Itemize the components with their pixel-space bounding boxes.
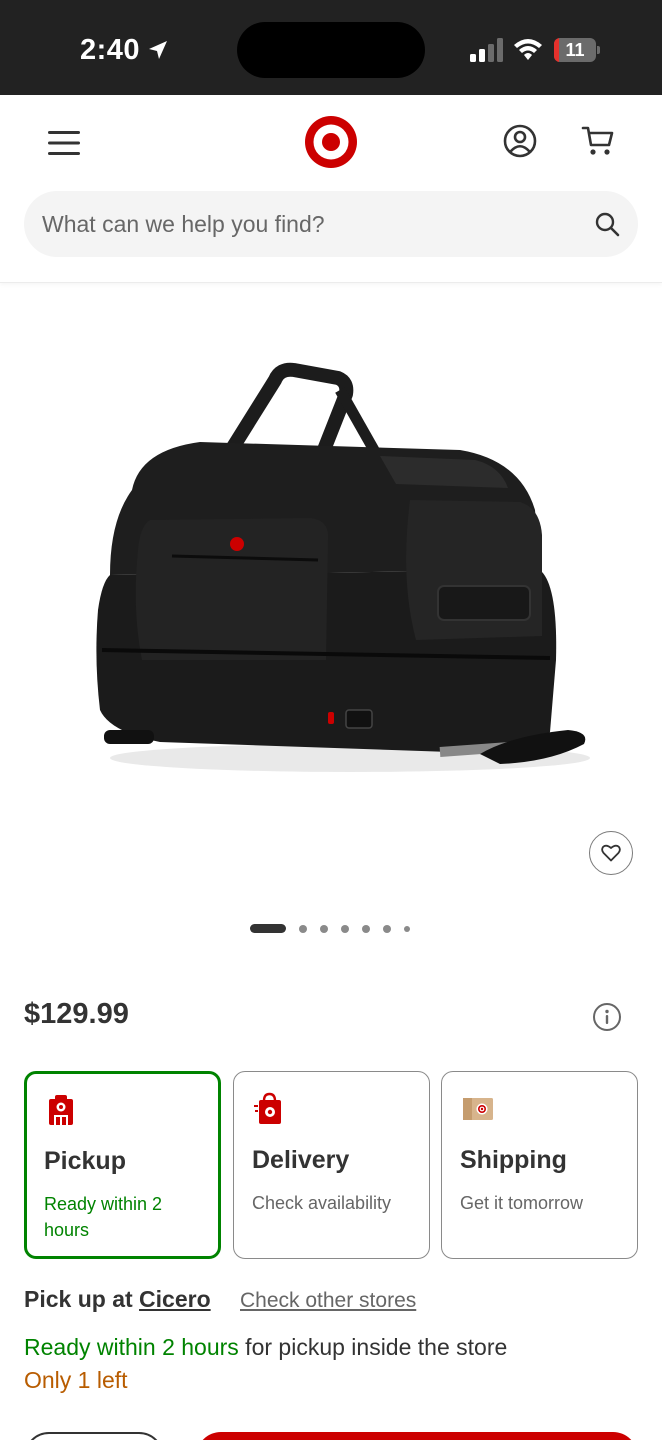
search-icon[interactable] xyxy=(594,211,620,237)
favorite-button[interactable] xyxy=(589,831,633,875)
battery-nub xyxy=(597,46,600,54)
product-page: 2:40 11 What can we help you find? $129.… xyxy=(0,0,662,1440)
menu-icon[interactable] xyxy=(44,125,84,161)
site-header xyxy=(0,95,662,283)
search-input[interactable] xyxy=(42,191,582,257)
wifi-icon xyxy=(514,39,542,60)
fulfillment-subtitle: Ready within 2 hours xyxy=(44,1194,163,1240)
dynamic-island xyxy=(237,22,425,78)
gallery-pagination[interactable] xyxy=(250,924,420,934)
gallery-dot[interactable] xyxy=(299,925,307,933)
fulfillment-title: Pickup xyxy=(44,1147,126,1175)
account-icon[interactable] xyxy=(502,123,538,159)
product-price: $129.99 xyxy=(24,998,129,1030)
pickup-store-link[interactable]: Cicero xyxy=(139,1286,211,1312)
shipping-box-icon xyxy=(463,1098,493,1120)
battery-icon: 11 xyxy=(554,38,600,62)
heart-icon xyxy=(601,844,621,862)
cellular-signal-icon xyxy=(470,38,503,62)
check-other-stores-link[interactable]: Check other stores xyxy=(240,1289,416,1313)
fulfillment-card-pickup[interactable]: Pickup Ready within 2 hours xyxy=(24,1071,221,1259)
pickup-ready-rest: for pickup inside the store xyxy=(238,1334,508,1360)
product-image-gallery[interactable] xyxy=(0,284,662,924)
search-bar[interactable] xyxy=(24,191,638,257)
location-arrow-icon xyxy=(149,41,167,59)
store-pickup-icon xyxy=(49,1095,73,1125)
cart-icon[interactable] xyxy=(580,123,616,159)
stock-status: Only 1 left xyxy=(24,1367,128,1393)
gallery-dot[interactable] xyxy=(341,925,349,933)
status-bar: 2:40 11 xyxy=(0,0,662,95)
fulfillment-card-delivery[interactable]: Delivery Check availability xyxy=(233,1071,430,1259)
pickup-ready-line: Ready within 2 hours for pickup inside t… xyxy=(24,1334,507,1361)
gallery-dot[interactable] xyxy=(250,924,286,933)
gallery-dot[interactable] xyxy=(383,925,391,933)
status-time: 2:40 xyxy=(80,34,141,66)
pickup-ready-highlight: Ready within 2 hours xyxy=(24,1334,239,1360)
fulfillment-card-shipping[interactable]: Shipping Get it tomorrow xyxy=(441,1071,638,1259)
product-image xyxy=(96,362,590,772)
target-logo[interactable] xyxy=(304,115,358,169)
pickup-prefix: Pick up at xyxy=(24,1286,140,1312)
quantity-button[interactable] xyxy=(24,1432,164,1440)
add-to-cart-button[interactable] xyxy=(196,1432,638,1440)
info-icon[interactable] xyxy=(592,1002,622,1032)
fulfillment-subtitle: Check availability xyxy=(252,1193,392,1213)
fulfillment-subtitle: Get it tomorrow xyxy=(460,1193,584,1213)
pickup-store-line: Pick up at Cicero xyxy=(24,1286,211,1313)
gallery-dot[interactable] xyxy=(404,926,410,932)
battery-percent: 11 xyxy=(565,40,585,60)
fulfillment-title: Shipping xyxy=(460,1146,567,1174)
fulfillment-title: Delivery xyxy=(252,1146,350,1174)
gallery-dot[interactable] xyxy=(362,925,370,933)
gallery-dot[interactable] xyxy=(320,925,328,933)
delivery-bag-icon xyxy=(254,1092,281,1124)
